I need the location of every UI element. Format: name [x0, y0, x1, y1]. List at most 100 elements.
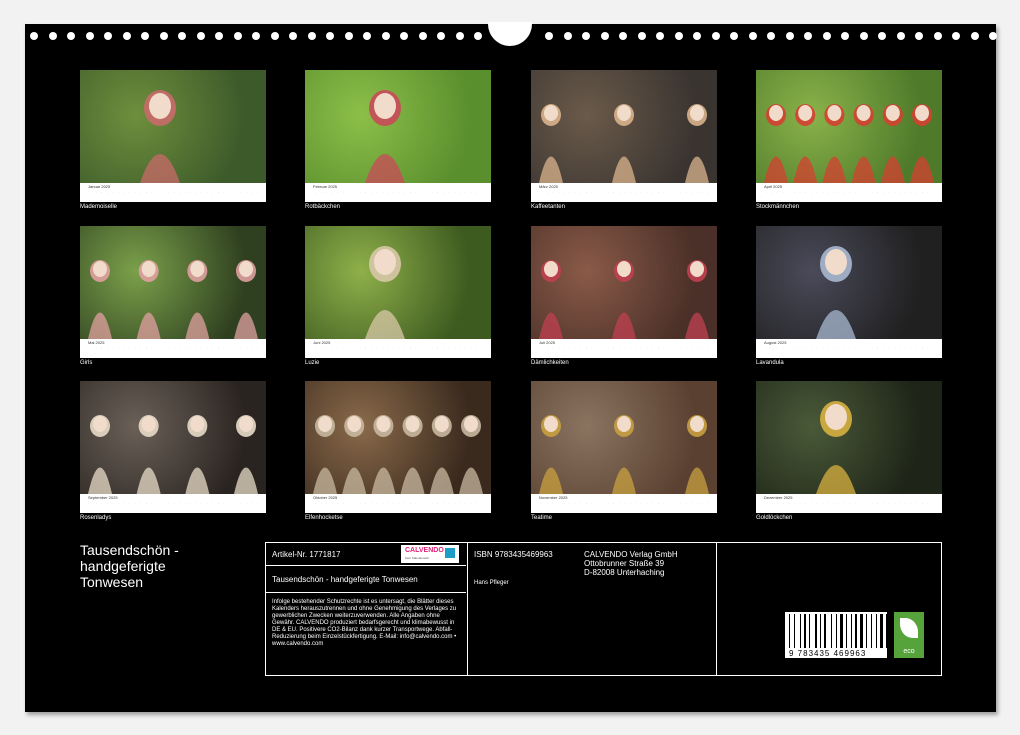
binding-hole — [67, 32, 75, 40]
month-name: Oktober 2025 — [313, 495, 338, 500]
day-cell: · — [932, 346, 934, 350]
month-caption: Dämlichkeiten — [531, 360, 569, 366]
figurine-image — [539, 415, 709, 494]
binding-hole — [307, 32, 316, 40]
binding-hole — [344, 32, 353, 40]
publisher-address: CALVENDO Verlag GmbH Ottobrunner Straße … — [584, 550, 678, 577]
figurine-image — [313, 415, 483, 494]
figurine-image — [539, 104, 709, 183]
binding-hole — [748, 32, 757, 40]
binding-hole — [455, 32, 464, 40]
eco-label: eco — [903, 648, 915, 655]
month-calendar-strip: Oktober 2025 · · · · · · · · · · · · · · · · · · · · · · · · · · · ·… — [305, 494, 491, 513]
month-day-grid: · · · · · · · · · · · · · · · · · · · · · · · · · · · · · · · — [313, 346, 485, 356]
calvendo-square-icon — [445, 548, 455, 558]
month-day-grid: · · · · · · · · · · · · · · · · · · · · · · · · · · · · · · · — [539, 190, 711, 200]
binding-hole — [363, 32, 371, 40]
month-day-grid: · · · · · · · · · · · · · · · · · · · · · · · · · · · · · · · — [764, 501, 936, 511]
calendar-back-cover: Januar 2025 · · · · · · · · · · · · · · · · · · · · · · · · · · · · ·… — [25, 22, 997, 712]
day-cell: · — [256, 346, 258, 350]
binding-hole — [122, 32, 131, 40]
binding-hole — [141, 32, 149, 40]
month-photo — [80, 70, 266, 183]
day-cell: · — [707, 346, 709, 350]
month-calendar-strip: April 2025 · · · · · · · · · · · · · · · · · · · · · · · · · · · · · ·… — [756, 183, 942, 202]
hanger-notch — [488, 22, 532, 46]
month-caption: Lavandula — [756, 360, 784, 366]
binding-hole — [767, 32, 775, 40]
day-cell: · — [481, 346, 483, 350]
article-number: Artikel-Nr. 1771817 — [272, 550, 341, 559]
binding-hole — [159, 32, 168, 40]
day-cell: · — [256, 501, 258, 505]
binding-hole — [933, 32, 942, 40]
figurine-image — [539, 260, 709, 339]
month-calendar-strip: November 2025 · · · · · · · · · · · · · · · · · · · · · · · · · · ·… — [531, 494, 717, 513]
month-caption: Luzie — [305, 360, 320, 366]
calendar-title: Tausendschön - handgeferigte Tonwesen — [80, 542, 179, 590]
month-day-grid: · · · · · · · · · · · · · · · · · · · · · · · · · · · · · · · — [539, 501, 711, 511]
isbn: ISBN 9783435469963 — [474, 550, 553, 559]
binding-hole — [30, 32, 38, 40]
month-photo — [756, 226, 942, 339]
binding-hole — [693, 32, 701, 40]
month-day-grid: · · · · · · · · · · · · · · · · · · · · · · · · · · · · · · · — [88, 346, 260, 356]
binding-hole — [970, 32, 979, 40]
product-title: Tausendschön - handgeferigte Tonwesen — [272, 575, 418, 584]
month-calendar-strip: Februar 2025 · · · · · · · · · · · · · · · · · · · · · · · · · · · ·… — [305, 183, 491, 202]
month-calendar-strip: Dezember 2025 · · · · · · · · · · · · · · · · · · · · · · · · · · ·… — [756, 494, 942, 513]
month-name: Dezember 2025 — [764, 495, 793, 500]
month-calendar-strip: August 2025 · · · · · · · · · · · · · · · · · · · · · · · · · · · · ·… — [756, 339, 942, 358]
author: Hans Pfleger — [474, 580, 509, 586]
month-calendar-strip: Juli 2025 · · · · · · · · · · · · · · · · · · · · · · · · · · · · · · · — [531, 339, 717, 358]
binding-hole — [859, 32, 868, 40]
divider — [265, 565, 466, 566]
month-day-grid: · · · · · · · · · · · · · · · · · · · · · · · · · · · · · · · — [313, 501, 485, 511]
binding-hole — [619, 32, 627, 40]
month-day-grid: · · · · · · · · · · · · · · · · · · · · · · · · · · · · · · · — [539, 346, 711, 356]
month-photo — [305, 226, 491, 339]
day-cell: · — [481, 501, 483, 505]
eco-badge: eco — [894, 612, 924, 658]
binding-hole — [233, 32, 242, 40]
binding-hole — [711, 32, 720, 40]
day-cell: · — [256, 190, 258, 194]
binding-hole — [878, 32, 886, 40]
day-cell: · — [707, 501, 709, 505]
binding-hole — [326, 32, 334, 40]
binding-hole — [545, 32, 553, 40]
month-photo — [305, 381, 491, 494]
figurine-image — [365, 246, 405, 339]
month-name: Mai 2025 — [88, 340, 105, 345]
binding-hole — [196, 32, 205, 40]
month-name: Juli 2025 — [539, 340, 556, 345]
divider — [265, 592, 466, 593]
binding-hole — [400, 32, 408, 40]
calvendo-logo: CALVENDO Kein Kalenderwitz — [401, 545, 459, 563]
figurine-image — [816, 401, 856, 494]
title-line-1: Tausendschön - — [80, 542, 179, 558]
publisher-name: CALVENDO Verlag GmbH — [584, 550, 678, 559]
binding-hole — [270, 32, 279, 40]
month-caption: Kaffeetanten — [531, 204, 565, 210]
day-cell: · — [481, 190, 483, 194]
month-calendar-strip: Juni 2025 · · · · · · · · · · · · · · · · · · · · · · · · · · · · · · · — [305, 339, 491, 358]
binding-hole — [915, 32, 923, 40]
binding-hole — [989, 32, 997, 40]
binding-hole — [474, 32, 482, 40]
binding-hole — [896, 32, 905, 40]
month-name: März 2025 — [539, 184, 558, 189]
month-name: Januar 2025 — [88, 184, 111, 189]
month-photo — [531, 70, 717, 183]
month-name: April 2025 — [764, 184, 783, 189]
month-day-grid: · · · · · · · · · · · · · · · · · · · · · · · · · · · · · · · — [88, 501, 260, 511]
month-day-grid: · · · · · · · · · · · · · · · · · · · · · · · · · · · · · · · — [764, 190, 936, 200]
binding-hole — [804, 32, 812, 40]
barcode-number: 9 783435 469963 — [789, 649, 867, 658]
binding-hole — [437, 32, 445, 40]
month-caption: Mademoiselle — [80, 204, 118, 210]
legal-text: Infolge bestehender Schutzrechte ist es … — [272, 599, 457, 647]
binding-hole — [582, 32, 590, 40]
month-photo — [756, 70, 942, 183]
calvendo-logo-sub: Kein Kalenderwitz — [405, 556, 430, 560]
